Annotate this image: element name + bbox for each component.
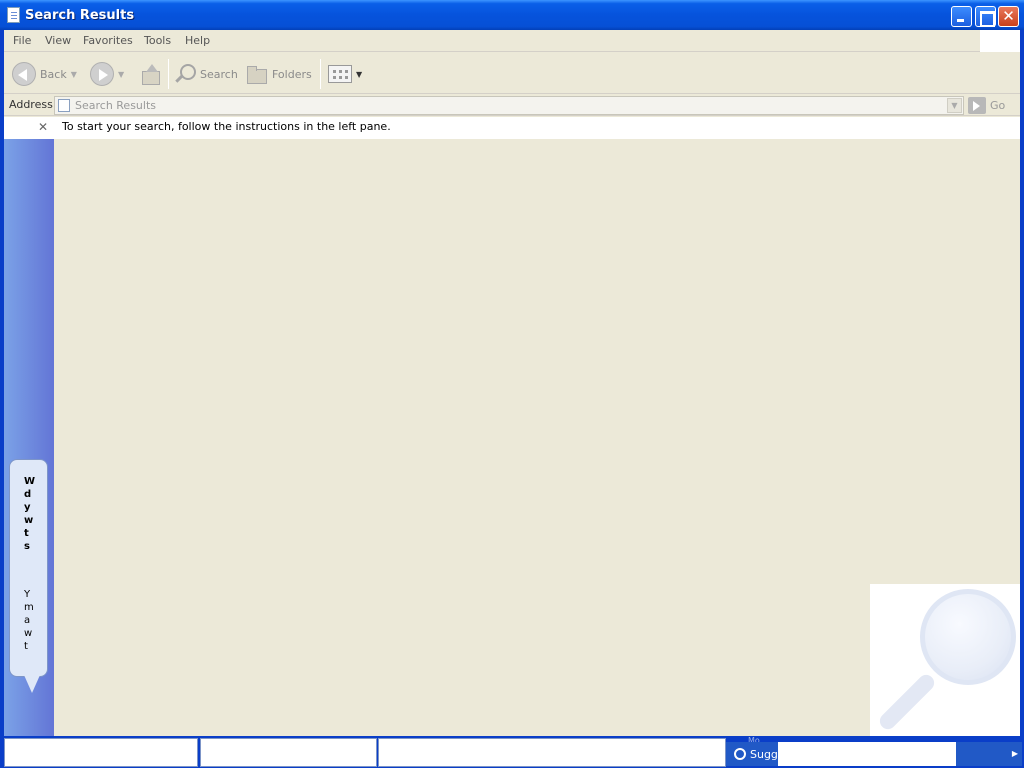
forward-arrow-icon: [90, 62, 114, 86]
bubble-text: t: [24, 641, 28, 652]
up-folder-icon: [140, 64, 160, 85]
bubble-text: d: [24, 489, 32, 500]
back-label: Back: [40, 67, 67, 81]
suggest-menu-item[interactable]: Sugg: [726, 742, 778, 766]
forward-button[interactable]: ▼: [90, 61, 124, 87]
speech-bubble-tail: [24, 675, 40, 693]
suggest-label: Sugg: [750, 747, 778, 761]
menu-help[interactable]: Help: [185, 34, 210, 47]
explorer-window: Search Results ✕ File View Favorites Too…: [0, 0, 1024, 768]
folders-button[interactable]: Folders: [246, 61, 312, 87]
address-input[interactable]: Search Results ▼: [54, 96, 964, 115]
close-button[interactable]: ✕: [998, 6, 1019, 27]
views-icon: [328, 65, 352, 83]
menu-tools[interactable]: Tools: [144, 34, 171, 47]
address-label: Address: [9, 98, 53, 111]
status-panel: [378, 738, 726, 767]
results-pane: To start your search, follow the instruc…: [54, 117, 1020, 736]
bottom-bar: Mo Sugg ▶: [0, 736, 1024, 768]
search-companion-pane: ✕ W d y w t s Y m a w t: [4, 117, 54, 736]
folders-icon: [246, 65, 268, 84]
folders-label: Folders: [272, 67, 312, 81]
views-button[interactable]: ▼: [328, 61, 362, 87]
status-panel: [200, 738, 377, 767]
bubble-text: s: [24, 541, 30, 552]
pane-header: ✕: [4, 117, 54, 139]
magnifier-handle: [876, 671, 938, 733]
menubar-brand-area: [980, 30, 1020, 52]
search-instructions: To start your search, follow the instruc…: [62, 120, 391, 133]
window-title: Search Results: [25, 8, 135, 23]
bubble-text: y: [24, 502, 31, 513]
bubble-text: a: [24, 615, 31, 626]
go-arrow-icon: [968, 97, 986, 114]
search-icon: [174, 63, 196, 85]
back-arrow-icon: [12, 62, 36, 86]
go-button[interactable]: Go: [968, 96, 1005, 115]
watermark: [870, 584, 1020, 736]
back-button[interactable]: Back ▼: [12, 61, 77, 87]
bubble-text: W: [24, 476, 36, 487]
maximize-icon: [976, 7, 995, 27]
status-panel: [4, 738, 198, 767]
go-label: Go: [990, 99, 1006, 112]
back-dropdown-icon[interactable]: ▼: [71, 70, 77, 79]
address-value: Search Results: [75, 99, 157, 112]
toolbar-separator: [168, 59, 169, 89]
bubble-text: Y: [24, 589, 31, 600]
results-header: To start your search, follow the instruc…: [54, 117, 1020, 139]
bubble-text: w: [24, 515, 34, 526]
address-dropdown-icon[interactable]: ▼: [947, 98, 962, 113]
minimize-icon: [952, 7, 971, 26]
submenu-arrow-icon[interactable]: ▶: [956, 742, 1022, 766]
suggest-icon: [732, 747, 746, 761]
window-frame: File View Favorites Tools Help Back ▼ ▼: [4, 30, 1020, 736]
suggest-popup-area: [778, 742, 956, 766]
menu-bar: File View Favorites Tools Help: [4, 30, 980, 52]
assistant-speech-bubble: W d y w t s Y m a w t: [9, 459, 48, 677]
search-label: Search: [200, 67, 238, 81]
minimize-button[interactable]: [951, 6, 972, 27]
menu-favorites[interactable]: Favorites: [83, 34, 133, 47]
title-bar[interactable]: Search Results ✕: [0, 0, 1024, 30]
address-bar: Address Search Results ▼ Go: [4, 95, 1020, 116]
close-icon: ✕: [1002, 7, 1015, 25]
magnifier-watermark-icon: [920, 589, 1016, 685]
search-results-icon: [7, 7, 20, 23]
menu-file[interactable]: File: [13, 34, 31, 47]
search-results-icon: [58, 99, 70, 112]
menu-view[interactable]: View: [45, 34, 71, 47]
bubble-text: t: [24, 528, 29, 539]
close-icon[interactable]: ✕: [38, 120, 48, 134]
search-button[interactable]: Search: [174, 61, 238, 87]
forward-dropdown-icon[interactable]: ▼: [118, 70, 124, 79]
up-folder-button[interactable]: [140, 61, 160, 87]
maximize-button[interactable]: [975, 6, 996, 27]
standard-toolbar: Back ▼ ▼ Search Folders ▼: [4, 53, 1020, 94]
views-dropdown-icon[interactable]: ▼: [356, 70, 362, 79]
toolbar-separator: [320, 59, 321, 89]
bubble-text: w: [24, 628, 33, 639]
bubble-text: m: [24, 602, 34, 613]
